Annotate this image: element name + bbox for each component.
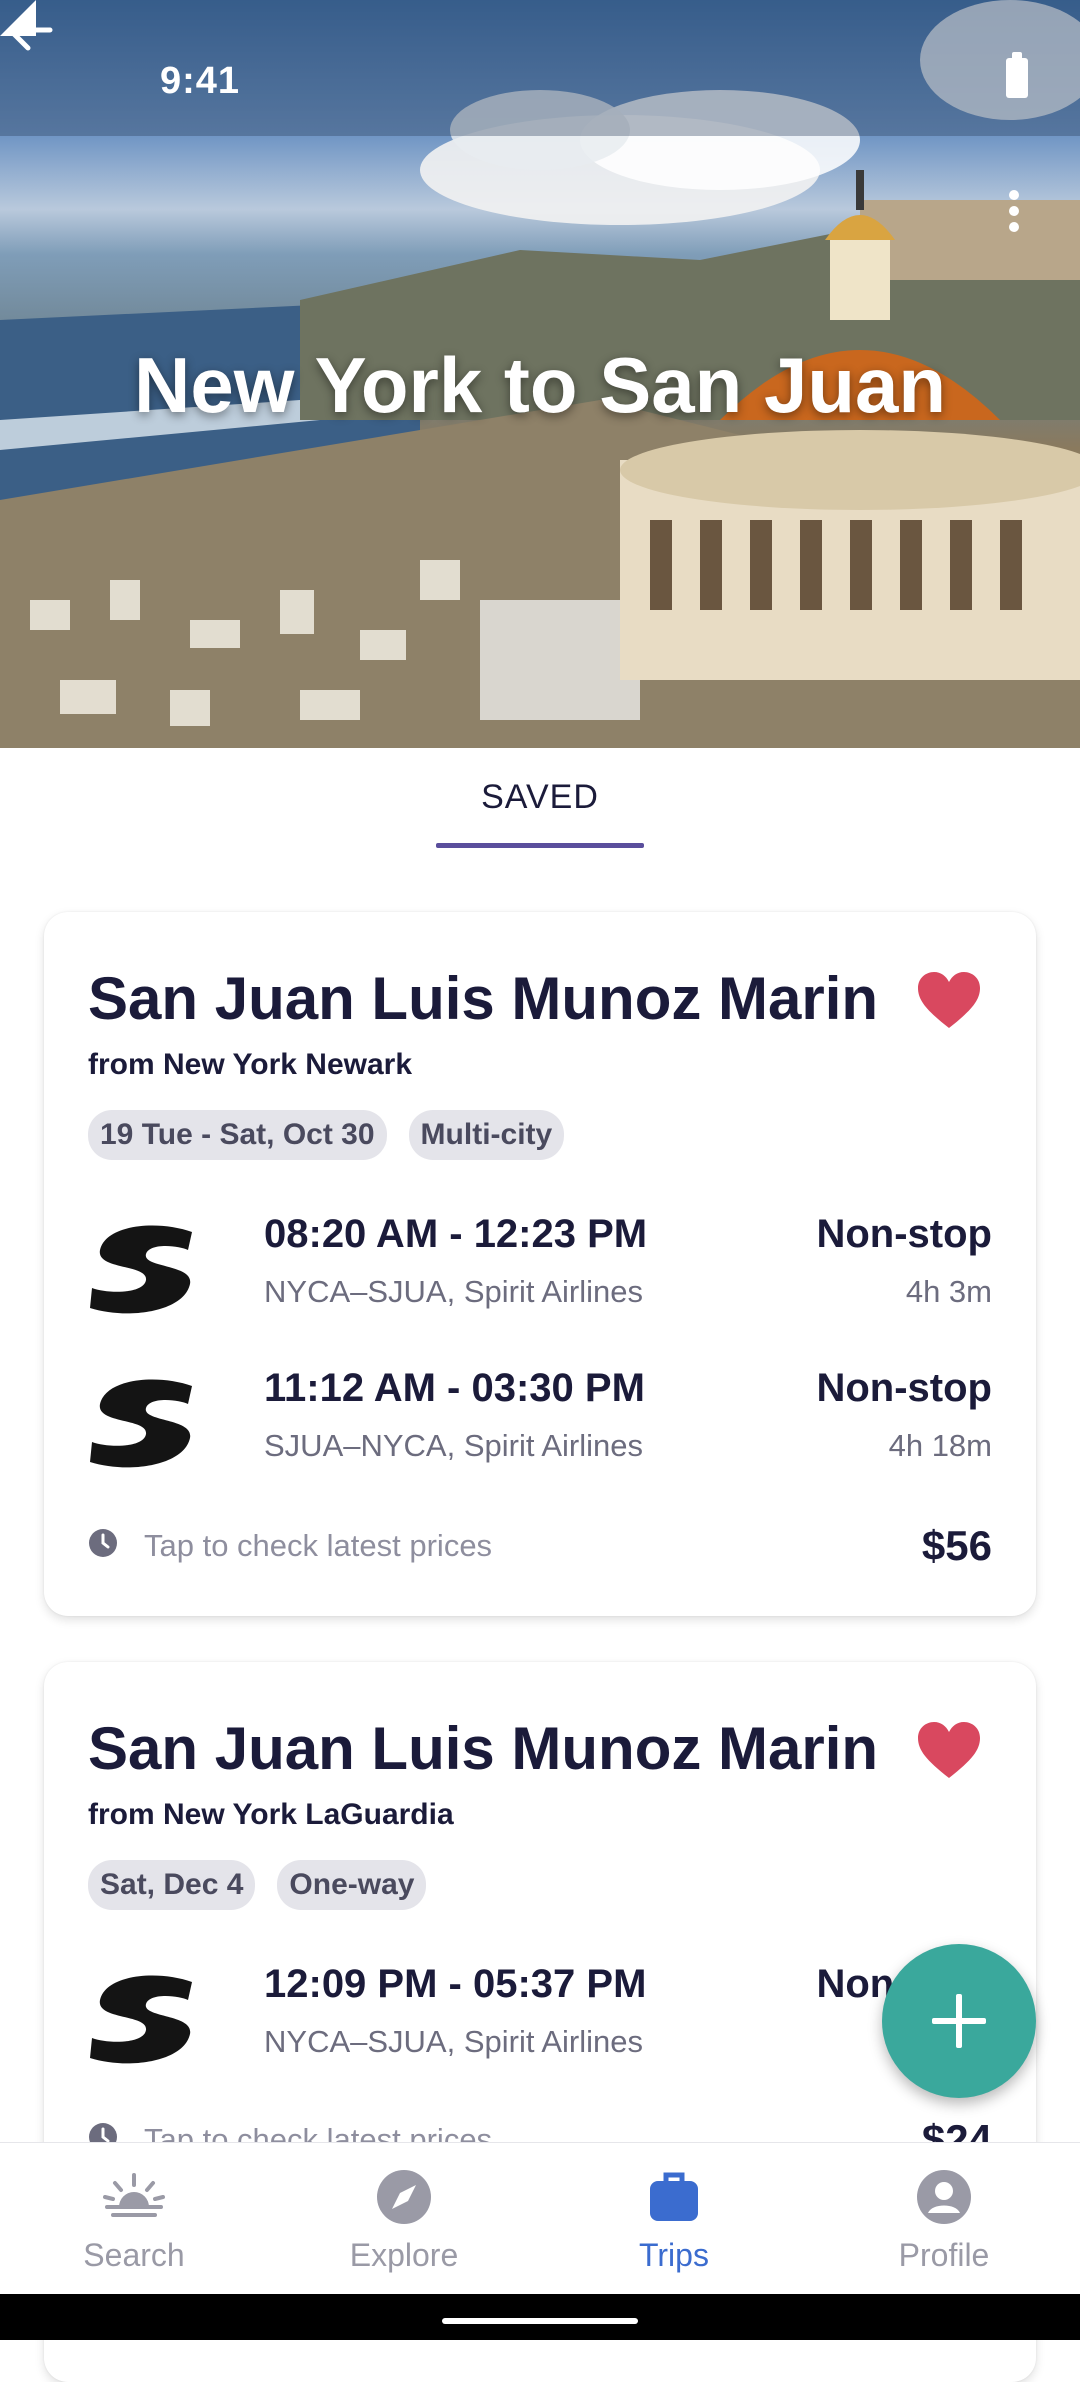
sunrise-icon [103, 2173, 165, 2217]
heart-icon[interactable] [916, 1720, 982, 1780]
trip-destination: San Juan Luis Munoz Marin [88, 965, 879, 1032]
airline-logo-icon [90, 1379, 192, 1468]
bottom-nav: Search Explore Trips Profile [0, 2142, 1080, 2295]
nav-item-search[interactable]: Search [34, 2167, 234, 2274]
status-time: 9:41 [160, 60, 241, 102]
leg-stops: Non-stop [816, 1212, 992, 1256]
leg-duration: 4h 18m [888, 1428, 992, 1463]
heart-icon[interactable] [916, 970, 982, 1030]
trip-origin: from New York Newark [88, 1048, 413, 1081]
add-trip-button[interactable] [882, 1944, 1036, 2098]
more-vertical-icon[interactable] [996, 184, 1032, 244]
nav-item-explore[interactable]: Explore [304, 2167, 504, 2274]
battery-icon [1006, 52, 1028, 98]
nav-label: Search [83, 2237, 185, 2273]
leg-route: NYCA–SJUA, Spirit Airlines [264, 1274, 644, 1309]
home-gesture-bar[interactable] [442, 2318, 638, 2324]
trip-type-chip: One-way [277, 1860, 427, 1910]
date-chip: Sat, Dec 4 [88, 1860, 256, 1910]
user-circle-icon [917, 2170, 971, 2224]
compass-icon [377, 2170, 431, 2224]
trip-origin: from New York LaGuardia [88, 1798, 454, 1831]
airline-logo-icon [90, 1975, 192, 2064]
trip-type-chip: Multi-city [408, 1110, 565, 1160]
trip-chips: 19 Tue - Sat, Oct 30 Multi-city [88, 1110, 565, 1160]
briefcase-icon [650, 2172, 698, 2221]
nav-item-trips[interactable]: Trips [574, 2167, 774, 2274]
nav-item-profile[interactable]: Profile [844, 2167, 1044, 2274]
page-title: New York to San Juan [134, 341, 946, 429]
trip-destination: San Juan Luis Munoz Marin [88, 1715, 879, 1782]
nav-label: Trips [639, 2237, 709, 2273]
trip-card[interactable]: San Juan Luis Munoz Marin from New York … [44, 912, 1036, 1616]
tab-indicator [436, 843, 644, 848]
price-row[interactable]: Tap to check latest prices $56 [88, 1522, 992, 1582]
date-chip: 19 Tue - Sat, Oct 30 [88, 1110, 387, 1160]
leg-times: 12:09 PM - 05:37 PM [264, 1962, 647, 2006]
system-gesture-area [0, 2294, 1080, 2340]
hero-banner: 9:41 New York to San Juan [0, 0, 1080, 748]
leg-stops: Non-stop [816, 1366, 992, 1410]
flight-leg: 11:12 AM - 03:30 PM SJUA–NYCA, Spirit Ai… [88, 1366, 992, 1486]
leg-route: NYCA–SJUA, Spirit Airlines [264, 2024, 644, 2059]
leg-route: SJUA–NYCA, Spirit Airlines [264, 1428, 644, 1463]
airline-logo-icon [90, 1225, 192, 1314]
clock-icon [89, 1529, 117, 1557]
tab-saved-label: SAVED [481, 778, 599, 816]
leg-duration: 4h 3m [905, 1274, 992, 1309]
nav-label: Profile [898, 2237, 990, 2273]
leg-times: 08:20 AM - 12:23 PM [264, 1212, 648, 1256]
trip-chips: Sat, Dec 4 One-way [88, 1860, 427, 1910]
flight-leg: 12:09 PM - 05:37 PM NYCA–SJUA, Spirit Ai… [88, 1962, 992, 2082]
tab-saved[interactable]: SAVED [436, 770, 644, 848]
trip-price: $56 [921, 1522, 992, 1569]
status-bar: 9:41 [0, 0, 1080, 136]
leg-times: 11:12 AM - 03:30 PM [264, 1366, 645, 1410]
arrow-left-icon[interactable] [0, 0, 60, 60]
flight-leg: 08:20 AM - 12:23 PM NYCA–SJUA, Spirit Ai… [88, 1212, 992, 1332]
price-note: Tap to check latest prices [144, 1528, 493, 1563]
nav-label: Explore [349, 2237, 459, 2273]
